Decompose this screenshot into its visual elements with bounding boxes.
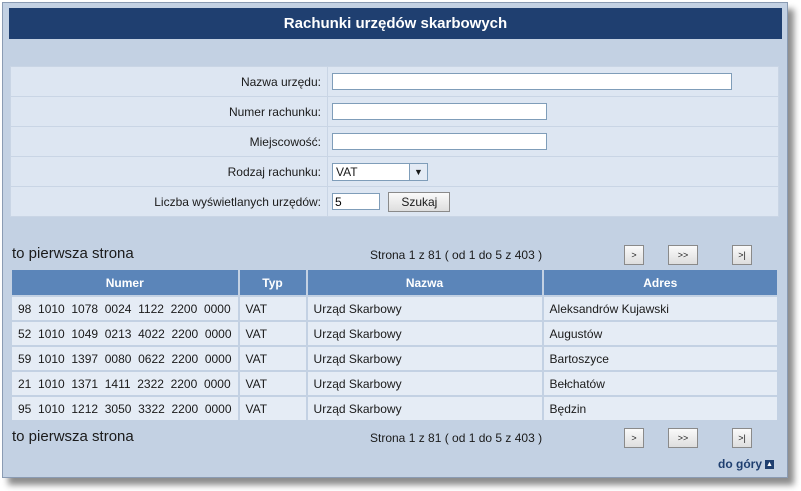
column-header-nazwa[interactable]: Nazwa <box>305 268 544 297</box>
cell-nazwa: Urząd Skarbowy <box>305 370 544 397</box>
back-to-top-label: do góry <box>718 457 762 471</box>
column-header-numer[interactable]: Numer <box>10 268 240 297</box>
accounts-table: Numer Typ Nazwa Adres 98 1010 1078 0024 … <box>10 268 780 422</box>
next-pages-button[interactable]: >> <box>668 245 698 265</box>
cell-typ: VAT <box>237 345 308 372</box>
next-page-button[interactable]: > <box>624 245 644 265</box>
cell-numer: 52 1010 1049 0213 4022 2200 0000 <box>10 320 240 347</box>
back-to-top-link[interactable]: do góry ▲ <box>718 457 774 471</box>
column-header-typ[interactable]: Typ <box>237 268 308 297</box>
table-row: 59 1010 1397 0080 0622 2200 0000 VAT Urz… <box>10 345 780 372</box>
cell-adres: Augustów <box>541 320 780 347</box>
cell-adres: Będzin <box>541 395 780 422</box>
last-page-button[interactable]: >| <box>732 245 752 265</box>
account-type-label: Rodzaj rachunku: <box>10 156 328 187</box>
cell-typ: VAT <box>237 370 308 397</box>
count-input[interactable] <box>332 193 380 210</box>
arrow-up-icon: ▲ <box>765 460 774 470</box>
page-info: Strona 1 z 81 ( od 1 do 5 z 403 ) <box>370 248 543 262</box>
cell-nazwa: Urząd Skarbowy <box>305 395 544 422</box>
cell-typ: VAT <box>237 295 308 322</box>
account-type-select[interactable]: VAT ▼ <box>332 162 428 181</box>
first-page-text: to pierwsza strona <box>12 245 134 262</box>
cell-nazwa: Urząd Skarbowy <box>305 295 544 322</box>
cell-typ: VAT <box>237 320 308 347</box>
last-page-button[interactable]: >| <box>732 428 752 448</box>
next-page-button[interactable]: > <box>624 428 644 448</box>
pagination-bottom: to pierwsza strona Strona 1 z 81 ( od 1 … <box>12 428 782 448</box>
cell-adres: Bełchatów <box>541 370 780 397</box>
cell-numer: 59 1010 1397 0080 0622 2200 0000 <box>10 345 240 372</box>
cell-adres: Aleksandrów Kujawski <box>541 295 780 322</box>
cell-nazwa: Urząd Skarbowy <box>305 345 544 372</box>
cell-numer: 21 1010 1371 1411 2322 2200 0000 <box>10 370 240 397</box>
office-name-label: Nazwa urzędu: <box>10 66 328 97</box>
table-row: 95 1010 1212 3050 3322 2200 0000 VAT Urz… <box>10 395 780 422</box>
next-pages-button[interactable]: >> <box>668 428 698 448</box>
table-row: 52 1010 1049 0213 4022 2200 0000 VAT Urz… <box>10 320 780 347</box>
account-type-selected-value: VAT <box>336 164 358 179</box>
count-label: Liczba wyświetlanych urzędów: <box>10 186 328 217</box>
search-form: Nazwa urzędu: Numer rachunku: Miejscowoś… <box>10 66 779 217</box>
city-input[interactable] <box>332 133 547 150</box>
page-title: Rachunki urzędów skarbowych <box>9 8 782 39</box>
pagination-top: to pierwsza strona Strona 1 z 81 ( od 1 … <box>12 245 782 265</box>
cell-nazwa: Urząd Skarbowy <box>305 320 544 347</box>
city-label: Miejscowość: <box>10 126 328 157</box>
page-info: Strona 1 z 81 ( od 1 do 5 z 403 ) <box>370 431 543 445</box>
column-header-adres[interactable]: Adres <box>541 268 780 297</box>
cell-typ: VAT <box>237 395 308 422</box>
table-row: 21 1010 1371 1411 2322 2200 0000 VAT Urz… <box>10 370 780 397</box>
search-button[interactable]: Szukaj <box>388 191 451 212</box>
office-name-input[interactable] <box>332 73 732 90</box>
account-number-label: Numer rachunku: <box>10 96 328 127</box>
table-row: 98 1010 1078 0024 1122 2200 0000 VAT Urz… <box>10 295 780 322</box>
cell-adres: Bartoszyce <box>541 345 780 372</box>
cell-numer: 95 1010 1212 3050 3322 2200 0000 <box>10 395 240 422</box>
first-page-text: to pierwsza strona <box>12 428 134 445</box>
cell-numer: 98 1010 1078 0024 1122 2200 0000 <box>10 295 240 322</box>
account-number-input[interactable] <box>332 103 547 120</box>
chevron-down-icon[interactable]: ▼ <box>409 163 427 180</box>
